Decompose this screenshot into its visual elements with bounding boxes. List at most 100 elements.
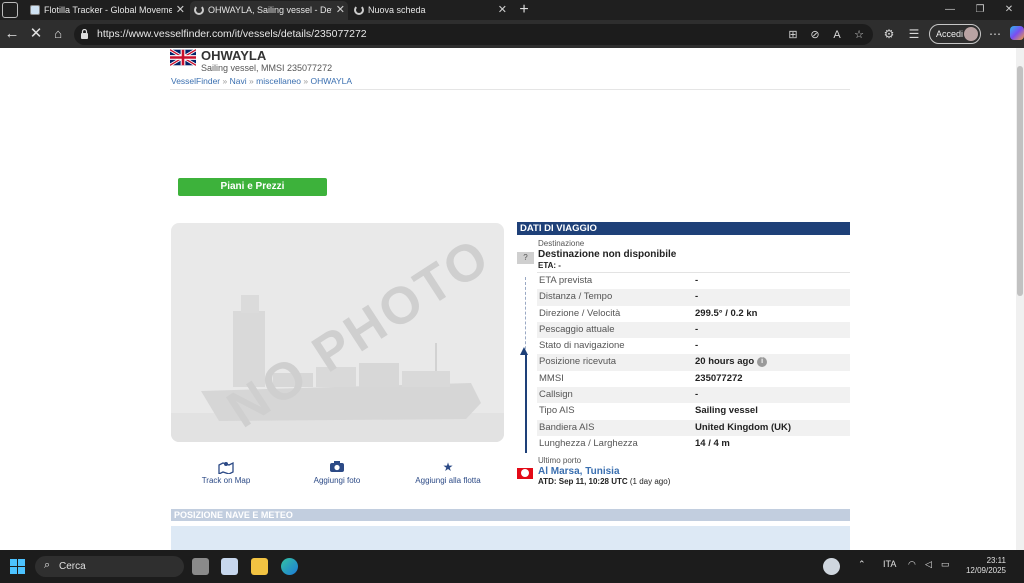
eta-value: ETA: - [538, 261, 561, 270]
voyage-row: Pescaggio attuale - [537, 321, 850, 339]
weather-icon[interactable] [823, 558, 840, 575]
clock-date: 12/09/2025 [965, 566, 1006, 575]
breadcrumb-separator: » [222, 76, 228, 86]
row-value: - [695, 389, 699, 401]
position-received-value: 20 hours ago [695, 356, 755, 368]
row-value: - [695, 340, 699, 352]
app-available-icon[interactable]: ⊞ [785, 27, 801, 43]
flotilla-favicon-icon [30, 5, 40, 15]
edge-browser-icon[interactable] [281, 558, 298, 575]
back-arrow-icon[interactable]: ← [2, 24, 22, 44]
voyage-row: Posizione ricevuta 20 hours ago i [537, 354, 850, 371]
unknown-destination-icon: ? [517, 252, 534, 264]
sign-in-label: Accedi [936, 29, 964, 39]
breadcrumb-link-home[interactable]: VesselFinder [171, 76, 220, 86]
volume-icon[interactable]: ◁ [925, 559, 932, 570]
web-page: OHWAYLA Sailing vessel, MMSI 235077272 V… [0, 48, 1024, 550]
divider [170, 89, 850, 90]
tab-title: Nuova scheda [368, 5, 426, 15]
read-aloud-icon[interactable]: A [829, 27, 845, 43]
destination-value: Destinazione non disponibile [538, 249, 677, 260]
address-bar[interactable]: https://www.vesselfinder.com/it/vessels/… [74, 24, 873, 45]
language-indicator[interactable]: ITA [883, 559, 896, 569]
restore-icon[interactable]: ❐ [965, 0, 995, 20]
wifi-icon[interactable]: ◠ [908, 559, 916, 570]
breadcrumb-link-category[interactable]: miscellaneo [256, 76, 301, 86]
scrollbar-thumb[interactable] [1017, 66, 1023, 296]
row-value: - [695, 291, 699, 303]
add-photo-button[interactable]: Aggiungi foto [306, 460, 368, 485]
windows-start-icon[interactable] [10, 559, 25, 574]
breadcrumb-separator: » [249, 76, 254, 86]
extensions-icon[interactable]: ⚙ [880, 25, 898, 43]
atd-relative: (1 day ago) [629, 477, 671, 486]
row-key: ETA prevista [539, 275, 593, 286]
tab-title: OHWAYLA, Sailing vessel - Dettag [208, 5, 332, 15]
track-on-map-button[interactable]: Track on Map [195, 460, 257, 485]
battery-icon[interactable]: ▭ [941, 559, 950, 570]
tab-new-tab[interactable]: Nuova scheda ✕ [350, 1, 510, 20]
copilot-icon[interactable] [1010, 26, 1024, 40]
row-value: Sailing vessel [695, 405, 758, 417]
chevron-up-icon[interactable]: ⌃ [858, 559, 866, 570]
row-key: Pescaggio attuale [539, 323, 615, 335]
taskbar-search[interactable]: ⌕ Cerca [35, 556, 184, 577]
file-explorer-icon[interactable] [251, 558, 268, 575]
row-key: Tipo AIS [539, 405, 575, 417]
plans-pricing-button[interactable]: Piani e Prezzi [178, 178, 327, 196]
stop-loading-icon[interactable]: ✕ [26, 24, 46, 44]
voyage-row: Stato di navigazione - [537, 338, 850, 354]
last-port-label: Ultimo porto [538, 456, 582, 465]
url-text: https://www.vesselfinder.com/it/vessels/… [97, 28, 367, 40]
close-window-icon[interactable]: ✕ [994, 0, 1024, 20]
close-icon[interactable]: ✕ [498, 1, 507, 20]
page-scrollbar[interactable] [1016, 48, 1024, 550]
vessel-name: OHWAYLA [201, 48, 267, 63]
voyage-row: ETA prevista - [537, 273, 850, 289]
breadcrumb-separator: » [303, 76, 309, 86]
row-key: Lunghezza / Larghezza [539, 437, 638, 449]
new-tab-button[interactable]: + [515, 0, 533, 20]
map-area[interactable] [171, 526, 850, 550]
tunisia-flag-icon [517, 468, 533, 479]
breadcrumb: VesselFinder » Navi » miscellaneo » OHWA… [171, 76, 352, 86]
row-key: Bandiera AIS [539, 421, 595, 433]
task-view-icon[interactable] [192, 558, 209, 575]
close-icon[interactable]: ✕ [176, 1, 185, 20]
route-arrow-icon [520, 347, 528, 355]
add-photo-label: Aggiungi foto [313, 476, 361, 485]
more-menu-icon[interactable]: ⋯ [986, 25, 1004, 43]
breadcrumb-link-ships[interactable]: Navi [230, 76, 247, 86]
route-progress-bar [525, 354, 527, 453]
row-value: - [695, 275, 699, 286]
favorites-icon[interactable]: ☰ [905, 25, 923, 43]
tab-ohwayla[interactable]: OHWAYLA, Sailing vessel - Dettag ✕ [190, 1, 348, 20]
snipping-tool-icon[interactable] [221, 558, 238, 575]
info-icon[interactable]: i [757, 356, 768, 367]
tab-flotilla-tracker[interactable]: Flotilla Tracker - Global Movemen ✕ [26, 1, 188, 20]
row-key: Posizione ricevuta [539, 356, 617, 368]
loading-spinner-icon [194, 5, 204, 15]
breadcrumb-current[interactable]: OHWAYLA [311, 76, 353, 86]
tab-title: Flotilla Tracker - Global Movemen [44, 5, 172, 15]
atd-value: ATD: Sep 11, 10:28 UTC [538, 477, 628, 486]
close-icon[interactable]: ✕ [336, 1, 345, 20]
voyage-row: Tipo AIS Sailing vessel [537, 403, 850, 419]
uk-flag-icon [170, 49, 196, 66]
windows-taskbar: ⌕ Cerca ⌃ ITA ◠ ◁ ▭ 23:11 12/09/2025 [0, 550, 1024, 583]
favorite-star-icon[interactable]: ☆ [851, 27, 867, 43]
tab-actions-icon[interactable] [2, 2, 18, 18]
system-clock[interactable]: 23:11 12/09/2025 [962, 556, 1006, 576]
add-to-fleet-button[interactable]: ★ Aggiungi alla flotta [413, 460, 483, 485]
lock-icon [81, 29, 88, 39]
row-key: MMSI [539, 372, 564, 384]
last-port-link[interactable]: Al Marsa, Tunisia [538, 466, 620, 477]
minimize-icon[interactable]: — [935, 0, 965, 20]
last-port-atd: ATD: Sep 11, 10:28 UTC (1 day ago) [538, 477, 670, 486]
sign-in-button[interactable]: Accedi [929, 24, 981, 44]
home-icon[interactable]: ⌂ [48, 24, 68, 44]
voyage-row: Bandiera AIS United Kingdom (UK) [537, 419, 850, 436]
row-key: Direzione / Velocità [539, 307, 621, 319]
tracking-prevention-icon[interactable]: ⊘ [807, 27, 823, 43]
voyage-row: Direzione / Velocità 299.5° / 0.2 kn [537, 306, 850, 322]
